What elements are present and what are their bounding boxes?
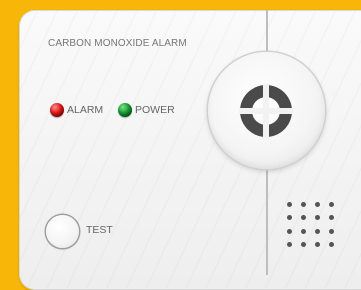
speaker-grille: [282, 198, 342, 254]
speaker-hole: [329, 215, 334, 220]
speaker-hole: [287, 202, 292, 207]
speaker-hole: [287, 215, 292, 220]
power-led-label: POWER: [135, 104, 175, 116]
speaker-hole: [315, 215, 320, 220]
speaker-hole: [287, 229, 292, 234]
speaker-hole: [301, 242, 306, 247]
power-led: [118, 103, 132, 117]
co-sensor-icon: [239, 84, 293, 138]
speaker-hole: [301, 215, 306, 220]
test-button-label: TEST: [86, 224, 113, 236]
speaker-hole: [287, 242, 292, 247]
alarm-led-label: ALARM: [67, 104, 104, 116]
speaker-hole: [301, 202, 306, 207]
speaker-hole: [315, 229, 320, 234]
alarm-led: [50, 103, 64, 117]
speaker-hole: [315, 202, 320, 207]
speaker-hole: [315, 242, 320, 247]
speaker-hole: [301, 229, 306, 234]
speaker-hole: [329, 229, 334, 234]
speaker-hole: [329, 242, 334, 247]
speaker-hole: [329, 202, 334, 207]
device-title: CARBON MONOXIDE ALARM: [48, 38, 187, 49]
test-button[interactable]: [46, 215, 79, 248]
